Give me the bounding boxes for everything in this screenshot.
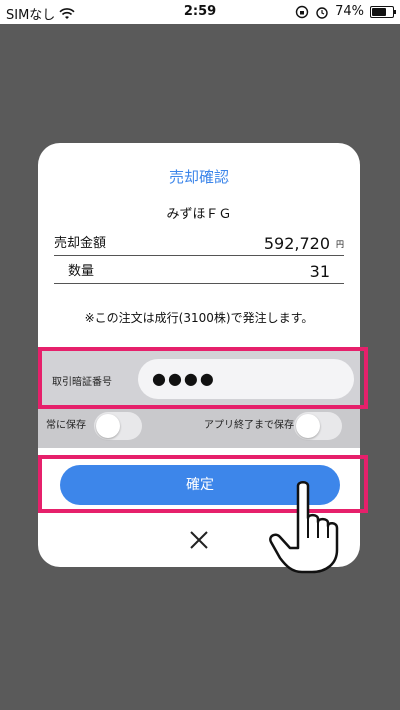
alarm-icon	[316, 6, 328, 19]
order-notice: ※この注文は成行(3100株)で発注します。	[84, 311, 314, 325]
toggle-knob	[296, 414, 320, 438]
lock-rotation-icon	[295, 5, 309, 18]
toggle-knob	[96, 414, 120, 438]
close-icon[interactable]	[188, 529, 210, 551]
always-save-label: 常に保存	[46, 420, 86, 431]
quantity-row: 数量 31	[54, 259, 344, 284]
quantity-label: 数量	[68, 264, 95, 279]
save-until-exit-toggle[interactable]	[294, 412, 342, 440]
sale-amount-row: 売却金額 592,720 円	[54, 231, 344, 256]
sale-amount-label: 売却金額	[54, 236, 107, 251]
status-right: 74%	[295, 4, 396, 19]
battery-percent: 74%	[335, 4, 364, 19]
battery-fill	[372, 8, 387, 16]
pin-highlight-box	[38, 347, 368, 409]
sale-amount-value: 592,720	[263, 234, 330, 253]
save-options: 常に保存 アプリ終了まで保存	[38, 408, 360, 448]
battery-icon	[370, 6, 396, 18]
stock-name: みずほＦＧ	[166, 207, 232, 222]
sale-amount-unit: 円	[336, 240, 344, 249]
quantity-value: 31	[309, 262, 330, 281]
pointing-hand-icon	[269, 481, 339, 574]
dialog-title: 売却確認	[168, 168, 229, 186]
always-save-toggle[interactable]	[94, 412, 142, 440]
status-bar: SIMなし 2:59 74%	[0, 0, 400, 24]
save-until-exit-label: アプリ終了まで保存	[204, 420, 294, 431]
